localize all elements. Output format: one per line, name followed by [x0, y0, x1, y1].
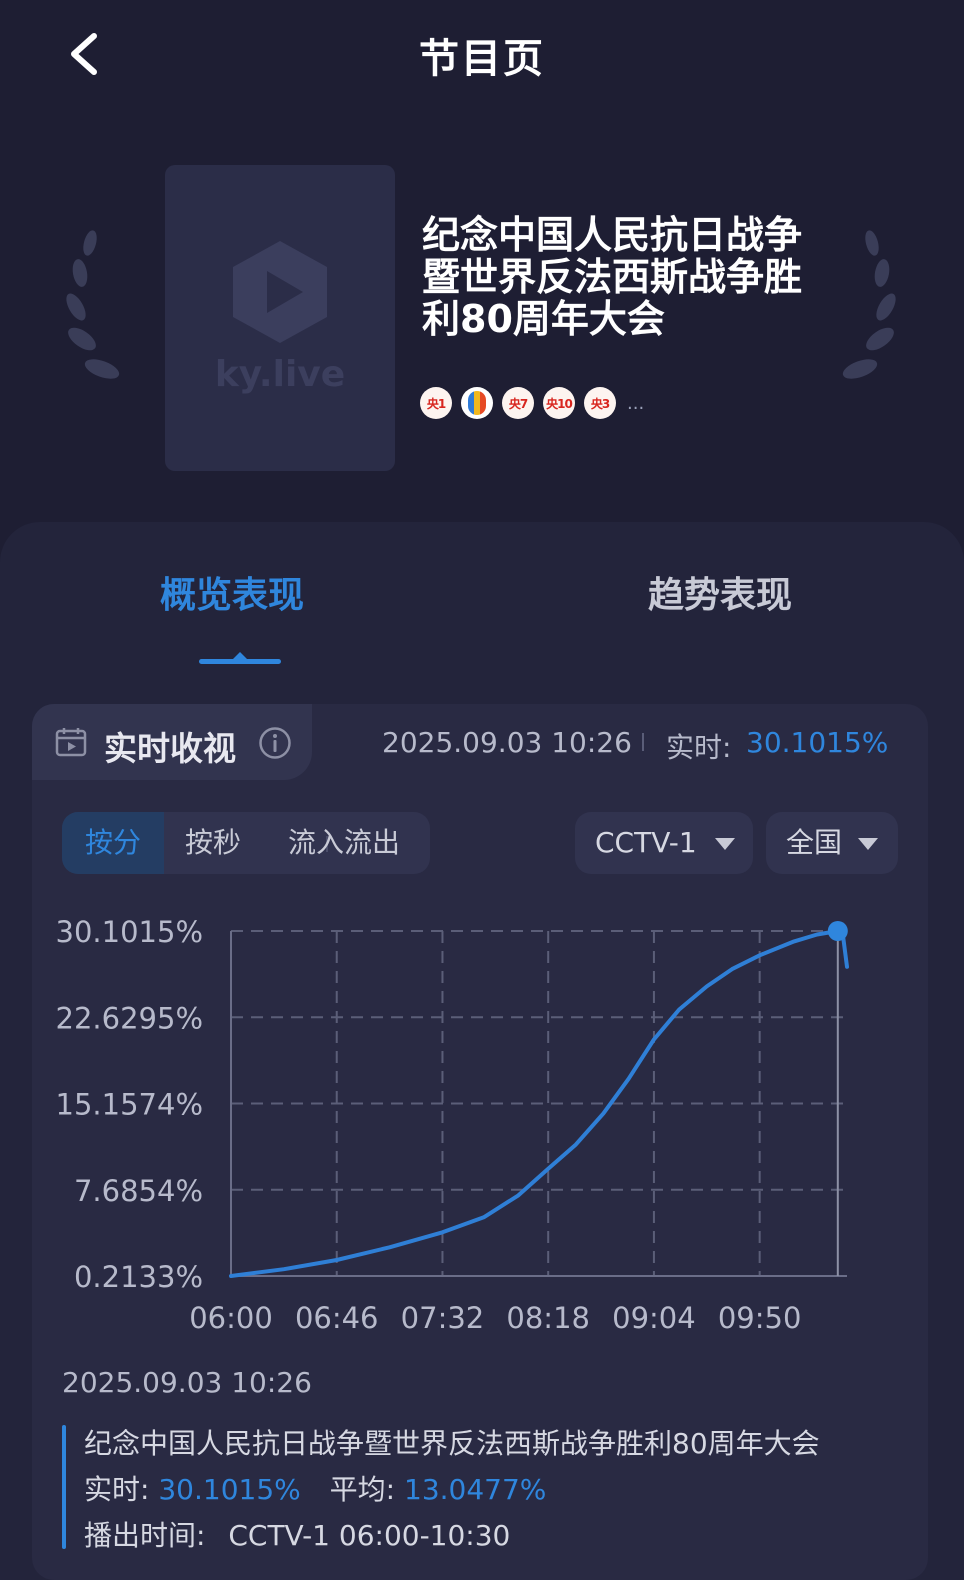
summary-avg-value: 13.0477% — [404, 1473, 547, 1506]
x-tick-label: 09:04 — [612, 1301, 696, 1335]
summary-airtime-value: CCTV-1 06:00-10:30 — [228, 1519, 511, 1552]
x-tick-label: 06:00 — [189, 1301, 273, 1335]
summary-avg-label: 平均: — [329, 1473, 396, 1506]
x-tick-label: 09:50 — [718, 1301, 802, 1335]
legend-accent-bar — [62, 1425, 66, 1549]
summary-live-label: 实时: — [84, 1473, 150, 1506]
x-tick-label: 07:32 — [401, 1301, 485, 1335]
x-tick-label: 06:46 — [295, 1301, 379, 1335]
summary-airtime-label: 播出时间: — [84, 1519, 206, 1552]
summary-timestamp: 2025.09.03 10:26 — [62, 1366, 312, 1399]
program-page: 节目页 ky.live 纪念中国人民抗日战争暨世界反法西斯战争胜利80周年大会 … — [0, 0, 964, 1580]
y-tick-label: 7.6854% — [74, 1174, 203, 1208]
rating-line-chart[interactable]: 30.1015% 22.6295% 15.1574% 7.6854% 0.2133% 06… — [0, 0, 964, 1580]
summary-live-value: 30.1015% — [158, 1473, 301, 1506]
x-tick-label: 08:18 — [506, 1301, 590, 1335]
y-tick-label: 15.1574% — [56, 1088, 203, 1122]
y-tick-label: 30.1015% — [56, 915, 203, 949]
summary-airtime: 播出时间: CCTV-1 06:00-10:30 — [84, 1514, 510, 1554]
summary-program-title: 纪念中国人民抗日战争暨世界反法西斯战争胜利80周年大会 — [84, 1427, 820, 1460]
y-tick-label: 0.2133% — [74, 1260, 203, 1294]
summary-ratings: 实时: 30.1015% 平均: 13.0477% — [84, 1468, 546, 1508]
highlight-point — [827, 921, 848, 941]
y-tick-label: 22.6295% — [56, 1001, 203, 1035]
